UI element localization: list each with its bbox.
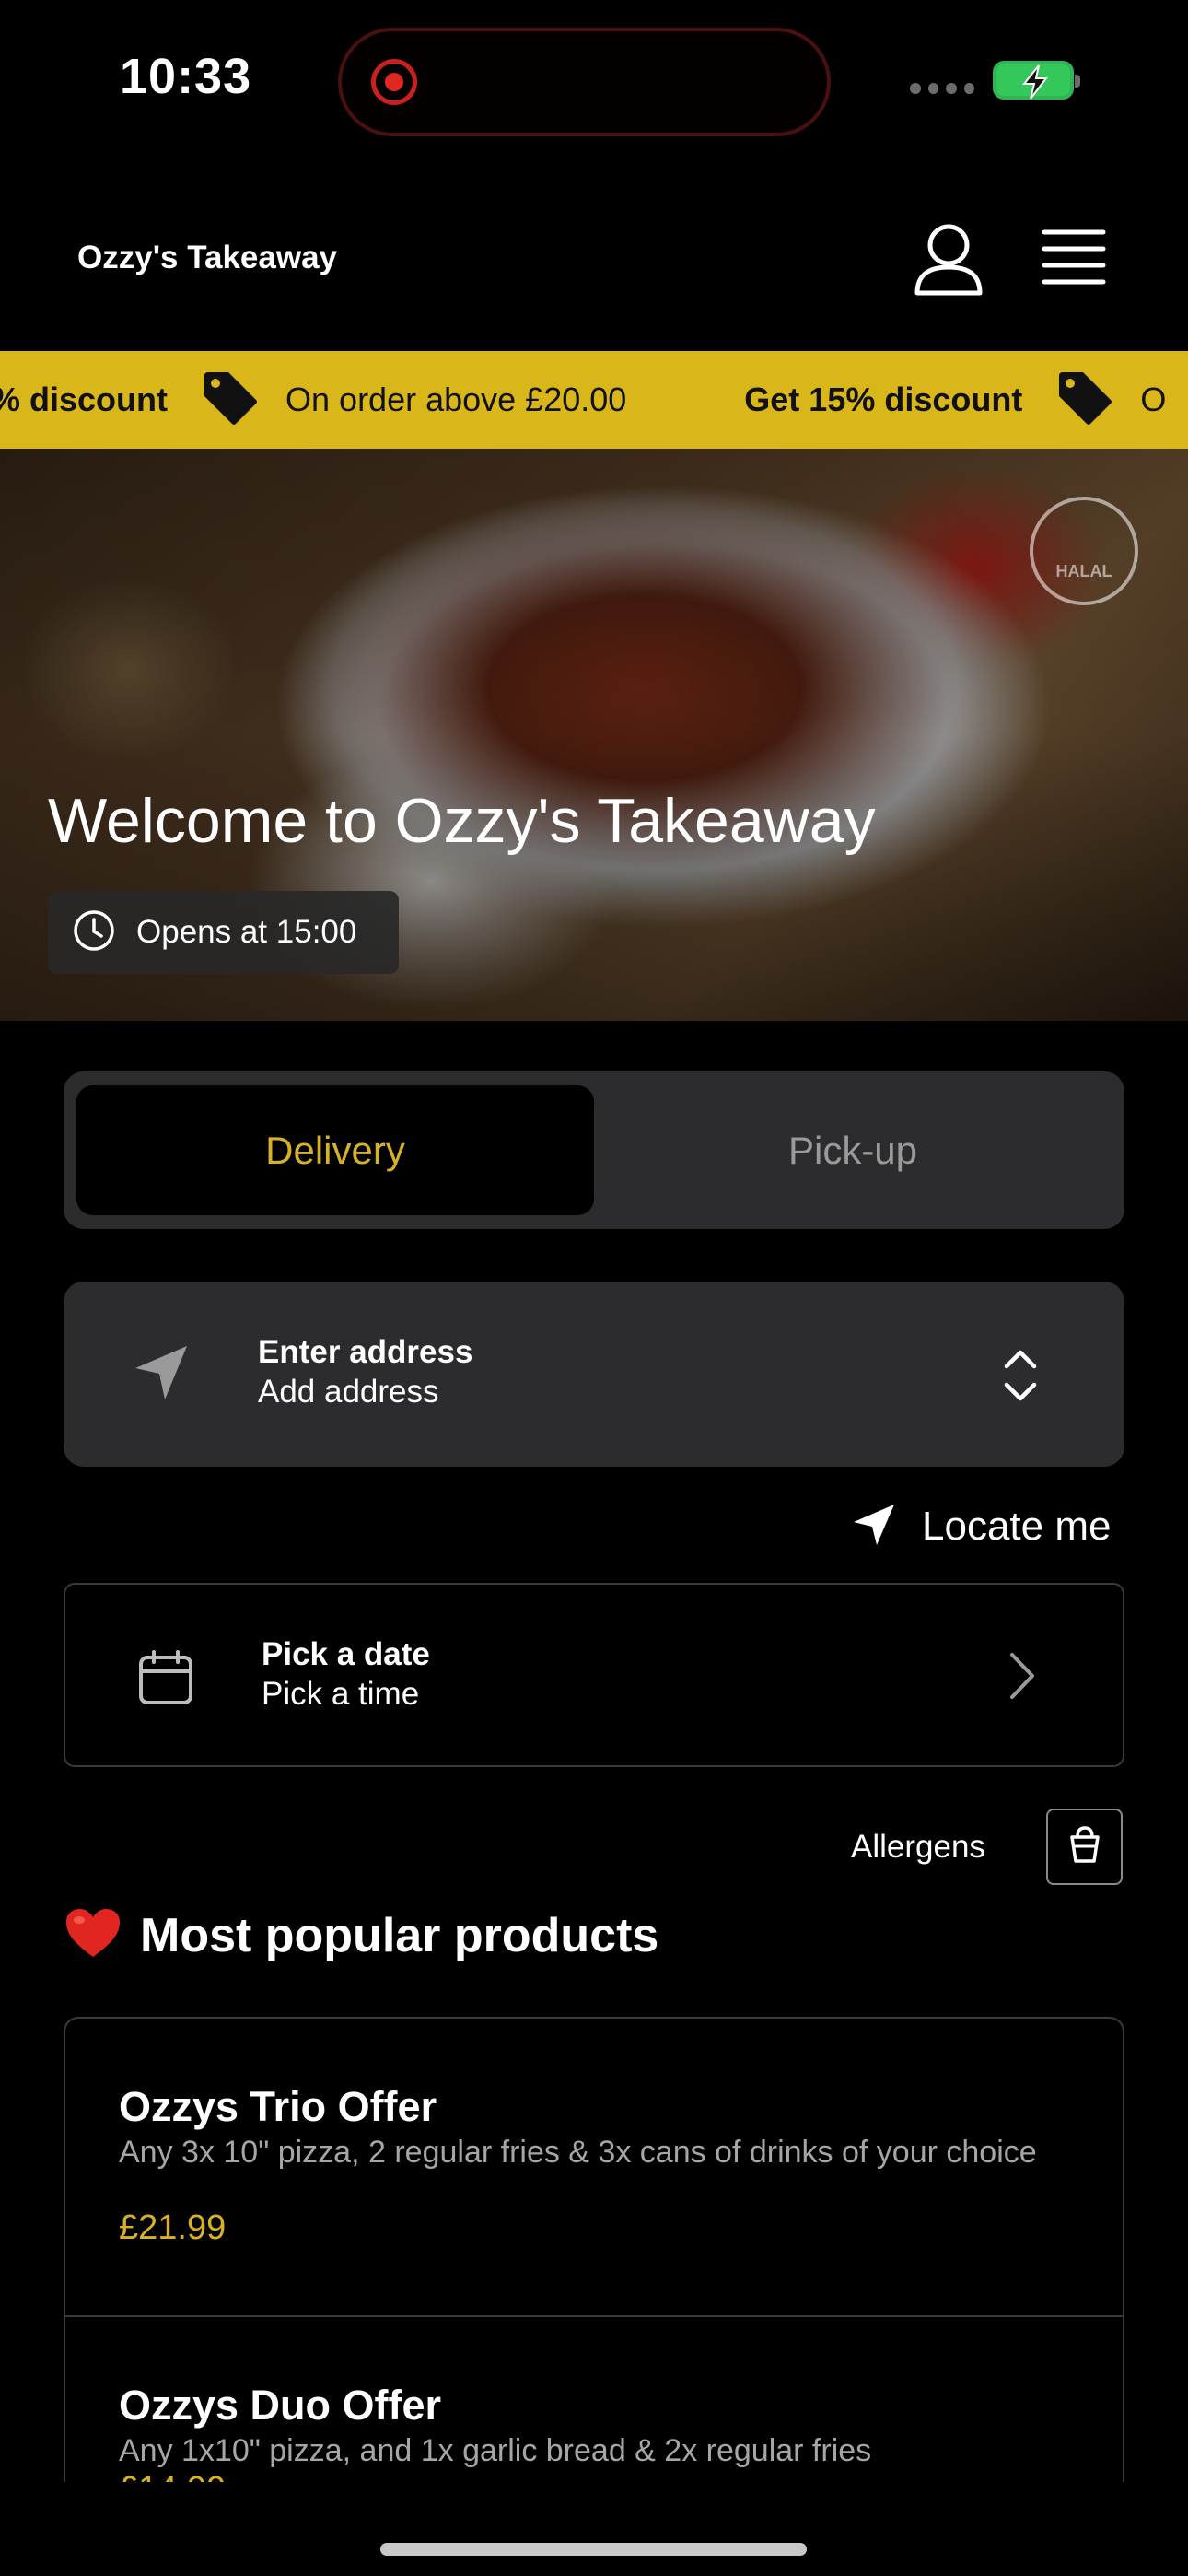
popular-products-heading: Most popular products: [64, 1907, 658, 1963]
battery-charging-icon: [993, 61, 1080, 100]
locate-me-button[interactable]: Locate me: [852, 1494, 1111, 1559]
dynamic-island: [338, 28, 831, 136]
product-price: £21.99: [119, 2208, 227, 2247]
opening-hours-badge: Opens at 15:00: [48, 891, 399, 974]
app-header: Ozzy's Takeaway: [0, 166, 1188, 350]
allergens-button[interactable]: [1046, 1809, 1123, 1885]
opening-hours-text: Opens at 15:00: [136, 914, 357, 950]
status-bar: 10:33: [0, 0, 1188, 166]
hero-banner: HALAL Welcome to Ozzy's Takeaway Opens a…: [0, 449, 1188, 1021]
popular-products-list: Ozzys Trio Offer Any 3x 10" pizza, 2 reg…: [64, 2017, 1124, 2482]
chevron-up-down-icon: [1003, 1348, 1038, 1408]
product-card[interactable]: Ozzys Duo Offer Any 1x10" pizza, and 1x …: [65, 2317, 1123, 2482]
recording-dot-icon: [371, 59, 417, 105]
address-title: Enter address: [258, 1334, 473, 1370]
promo-title: Get 15% discount: [744, 381, 1023, 418]
clock-icon: [72, 908, 116, 957]
schedule-selector[interactable]: Pick a date Pick a time: [64, 1583, 1124, 1767]
product-price: £14.99: [119, 2470, 226, 2482]
chevron-right-icon: [1007, 1651, 1038, 1705]
home-indicator[interactable]: [380, 2543, 807, 2556]
signal-icon: [910, 83, 974, 98]
promo-title: % discount: [0, 381, 169, 418]
product-name: Ozzys Trio Offer: [119, 2083, 437, 2130]
promo-detail: O: [1140, 381, 1167, 418]
product-card[interactable]: Ozzys Trio Offer Any 3x 10" pizza, 2 reg…: [65, 2019, 1123, 2317]
allergen-cup-icon: [1066, 1824, 1103, 1869]
tab-pickup[interactable]: Pick-up: [594, 1085, 1112, 1215]
tab-delivery[interactable]: Delivery: [76, 1085, 594, 1215]
product-description: Any 3x 10" pizza, 2 regular fries & 3x c…: [119, 2135, 1037, 2170]
schedule-subtitle: Pick a time: [262, 1676, 420, 1712]
product-description: Any 1x10" pizza, and 1x garlic bread & 2…: [119, 2433, 872, 2468]
price-tag-icon: [201, 369, 260, 432]
address-subtitle: Add address: [258, 1374, 439, 1410]
price-tag-icon: [1055, 369, 1114, 432]
welcome-title: Welcome to Ozzy's Takeaway: [48, 786, 876, 856]
hamburger-menu-icon[interactable]: [1041, 228, 1107, 286]
heart-icon: [64, 1907, 122, 1963]
user-icon[interactable]: [912, 221, 985, 299]
product-name: Ozzys Duo Offer: [119, 2382, 442, 2429]
restaurant-name: Ozzy's Takeaway: [77, 240, 337, 275]
section-title: Most popular products: [140, 1908, 659, 1962]
order-mode-toggle: Delivery Pick-up: [64, 1071, 1124, 1229]
navigation-arrow-icon: [134, 1344, 189, 1406]
promo-banner: % discount On order above £20.00 Get 15%…: [0, 351, 1188, 449]
promo-detail: On order above £20.00: [285, 381, 627, 418]
locate-me-label: Locate me: [922, 1504, 1112, 1549]
schedule-title: Pick a date: [262, 1636, 430, 1672]
halal-badge: HALAL: [1030, 497, 1138, 605]
calendar-icon: [137, 1649, 194, 1711]
navigation-arrow-icon: [852, 1503, 896, 1551]
allergens-label: Allergens: [851, 1829, 985, 1865]
status-time: 10:33: [120, 49, 252, 104]
address-selector[interactable]: Enter address Add address: [64, 1282, 1124, 1467]
